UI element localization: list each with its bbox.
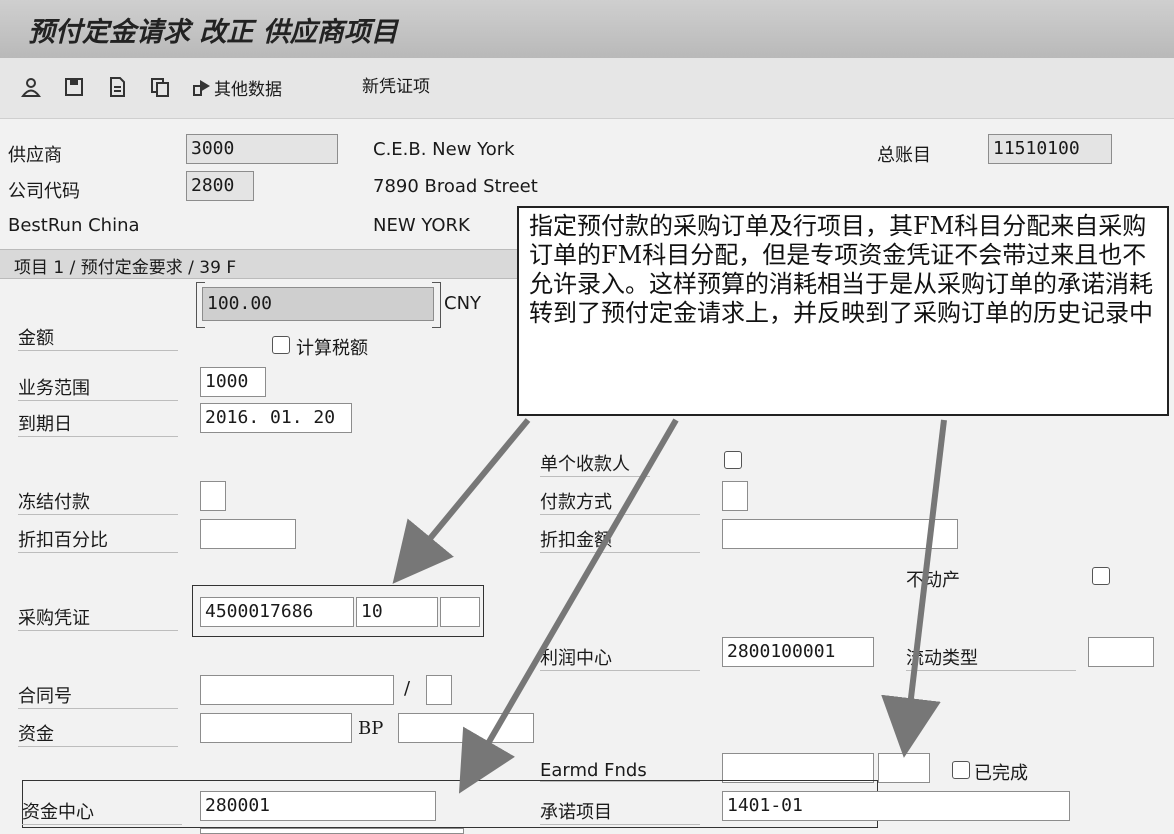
annotation-callout: 指定预付款的采购订单及行项目，其FM科目分配来自采购订单的FM科目分配，但是专项…	[517, 206, 1169, 416]
annotation-arrows	[392, 418, 947, 794]
arrow-to-earmarked-funds	[881, 419, 947, 758]
arrow-to-funds-center	[458, 418, 679, 794]
arrow-to-purchase-doc	[392, 418, 531, 584]
